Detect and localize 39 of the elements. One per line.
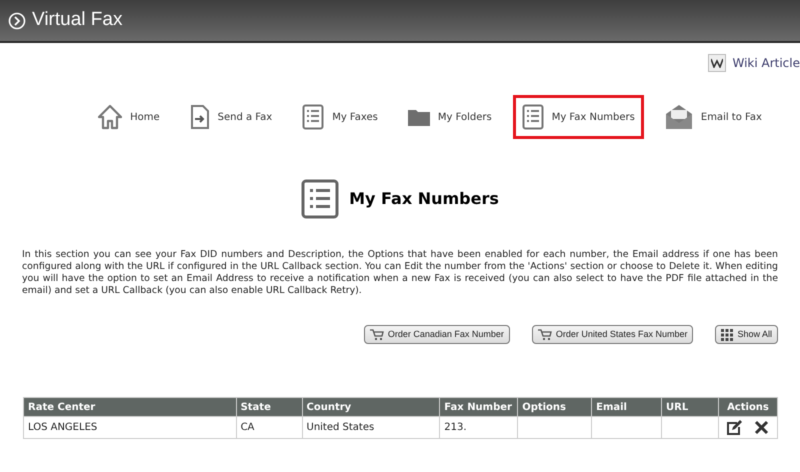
wiki-icon: [708, 54, 726, 72]
nav-item[interactable]: My Faxes: [293, 95, 387, 139]
nav-item[interactable]: Send a Fax: [180, 95, 282, 139]
envelope-icon: [664, 104, 693, 130]
order-button[interactable]: Order United States Fax Number: [532, 325, 694, 344]
order-button[interactable]: Show All: [715, 325, 778, 344]
column-header: Country: [302, 398, 440, 416]
column-header: Fax Number: [440, 398, 518, 416]
column-header: Options: [518, 398, 592, 416]
app-title: Virtual Fax: [32, 8, 122, 32]
description-text: In this section you can see your Fax DID numbers and Description, the Options that have been enabled for each number, the Email address if one has been configured along with the URL if configured in the URL Callback section. You can Edit the number from the 'Actions' section or choose to Delete it. When editing you will have the option to set an Email Address to receive a notification when a new Fax is received (you can also select to have the PDF file attached in the email) and set a URL Callback (you can also enable URL Callback Retry).: [22, 249, 778, 297]
table-cell: United States: [306, 422, 374, 433]
column-header: Email: [592, 398, 662, 416]
column-header: Actions: [718, 398, 778, 416]
cart-icon: [370, 328, 384, 340]
order-button[interactable]: Order Canadian Fax Number: [364, 325, 510, 344]
wiki-link[interactable]: Wiki Article: [732, 54, 800, 72]
column-header: URL: [662, 398, 718, 416]
list-icon: [522, 104, 544, 130]
list-icon: [301, 179, 340, 219]
close-icon[interactable]: [754, 420, 770, 434]
folder-icon: [408, 108, 430, 126]
table-cell: CA: [240, 422, 254, 433]
grid-icon: [721, 328, 734, 340]
table-cell: LOS ANGELES: [28, 422, 98, 433]
house-icon: [98, 104, 122, 130]
table-cell: 213.: [444, 422, 467, 433]
cart-icon: [538, 328, 552, 340]
document-arrow-icon: [190, 104, 210, 130]
list-icon: [302, 104, 324, 130]
column-header: Rate Center: [24, 398, 236, 416]
nav-item[interactable]: My Fax Numbers: [512, 95, 644, 139]
nav-item[interactable]: My Folders: [398, 95, 501, 139]
nav-item[interactable]: Email to Fax: [656, 95, 771, 139]
page-title: My Fax Numbers: [349, 188, 499, 210]
nav-item[interactable]: Home: [89, 95, 169, 139]
column-header: State: [236, 398, 302, 416]
play-circle-icon: [8, 12, 26, 30]
edit-icon[interactable]: [726, 420, 742, 436]
